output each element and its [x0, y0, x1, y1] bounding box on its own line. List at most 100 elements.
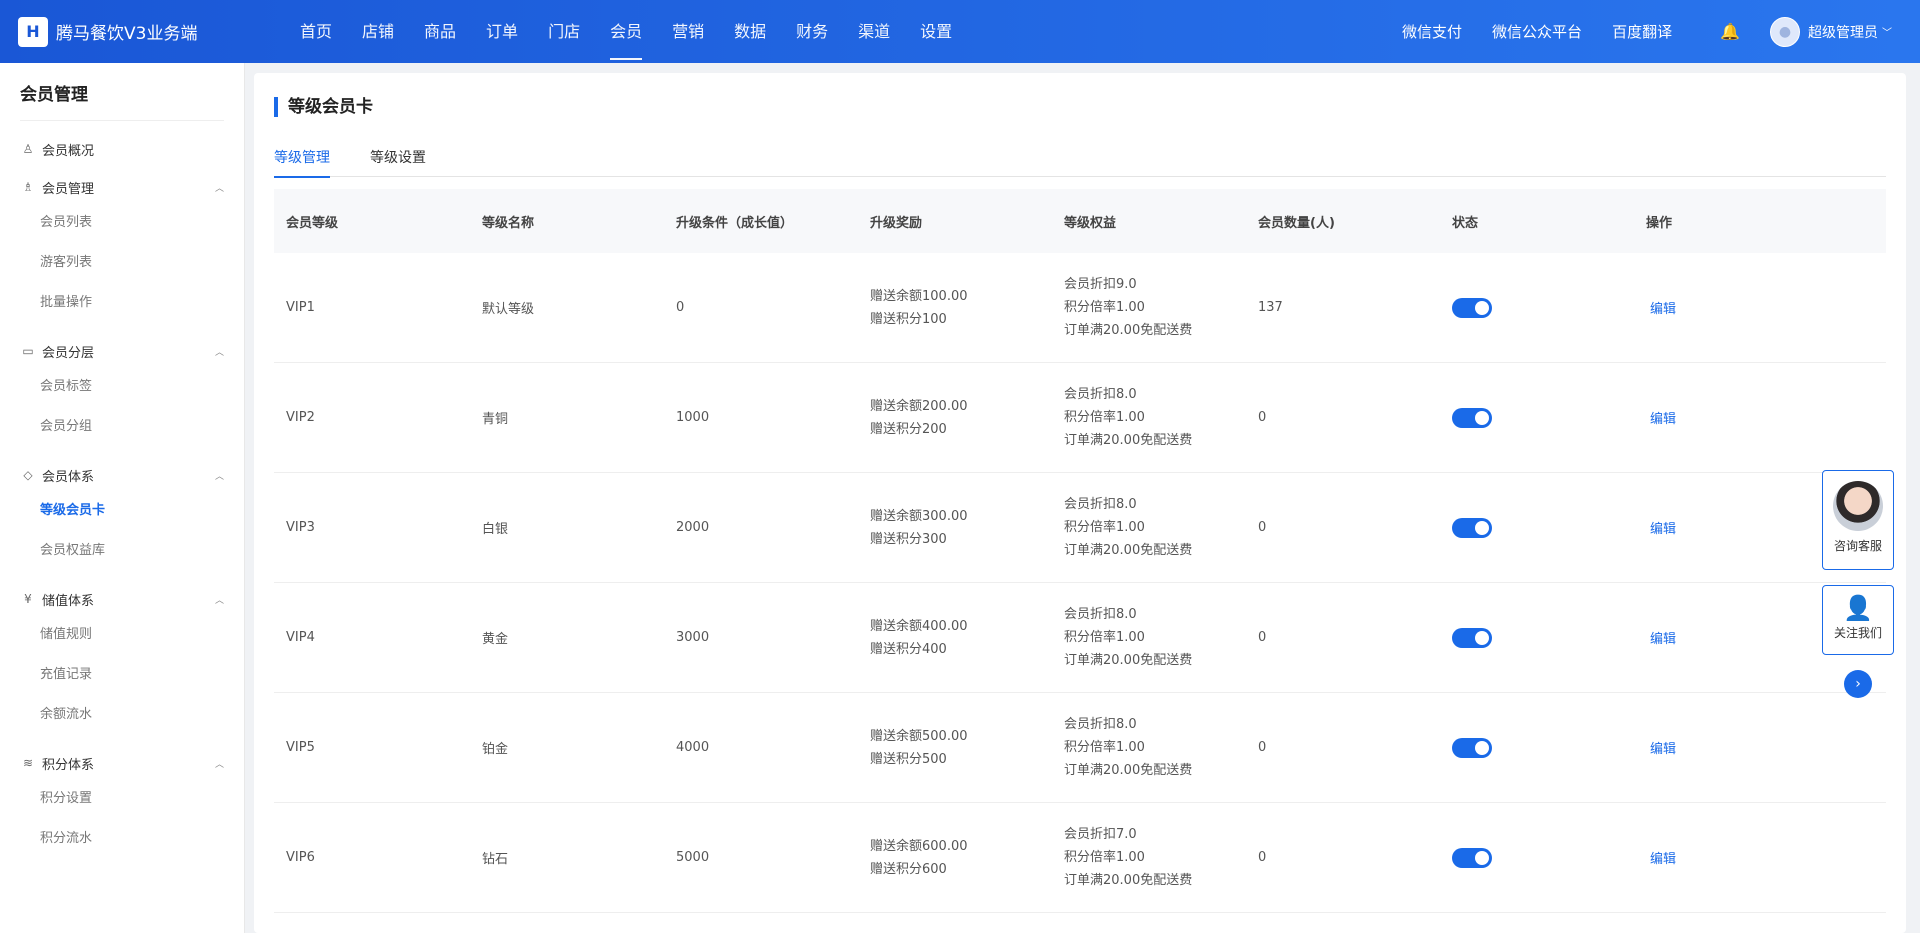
cell-reward: 赠送余额500.00 赠送积分500: [858, 725, 1052, 771]
reward-line: 赠送积分600: [870, 861, 947, 877]
users-icon: ♗: [22, 180, 34, 194]
main-nav: 首页 店铺 商品 订单 门店 会员 营销 数据 财务 渠道 设置: [285, 0, 967, 63]
avatar: ●: [1770, 16, 1800, 47]
nav-item-8[interactable]: 财务: [796, 0, 828, 63]
cell-level: VIP3: [286, 520, 315, 535]
cell-name: 钻石: [482, 852, 509, 867]
link-wechat-official[interactable]: 微信公众平台: [1492, 21, 1582, 42]
sidebar-subitems: 会员列表 游客列表 批量操作: [20, 203, 224, 323]
link-wechat-pay[interactable]: 微信支付: [1402, 21, 1462, 42]
cell-count: 0: [1258, 630, 1267, 645]
status-toggle[interactable]: [1452, 517, 1492, 538]
sidebar-section-0[interactable]: ♗ 会员管理 ︿: [20, 177, 224, 197]
sidebar-section-label: 会员体系: [42, 469, 95, 485]
rights-line: 会员折扣8.0: [1064, 717, 1137, 732]
sidebar-section-label: 积分体系: [42, 757, 95, 773]
rights-line: 会员折扣9.0: [1064, 277, 1137, 292]
column-header: 升级条件（成长值）: [676, 215, 794, 231]
cell-rights: 会员折扣7.0 积分倍率1.00 订单满20.00免配送费: [1052, 823, 1246, 892]
main-card: 等级会员卡 等级管理 等级设置 会员等级 等级名称 升级条件（成长值） 升级奖励 等级权益…: [254, 73, 1906, 933]
reward-line: 赠送积分100: [870, 311, 947, 327]
tab-0[interactable]: 等级管理: [274, 147, 330, 178]
level-table: 会员等级 等级名称 升级条件（成长值） 升级奖励 等级权益 会员数量(人) 状态 操作 VIP…: [274, 189, 1886, 913]
cell-status: [1440, 517, 1634, 538]
customer-service-widget[interactable]: 咨询客服: [1822, 470, 1894, 570]
sidebar-item[interactable]: 游客列表: [40, 243, 136, 283]
sidebar-section-4[interactable]: ≋ 积分体系 ︿: [20, 753, 224, 773]
sidebar-subitems: 储值规则 充值记录 余额流水: [20, 615, 224, 735]
sidebar-section-2[interactable]: ◇ 会员体系 ︿: [20, 465, 224, 485]
page-scrollbar[interactable]: [1910, 63, 1920, 933]
sidebar-item[interactable]: 会员分组: [40, 407, 136, 447]
rights-line: 积分倍率1.00: [1064, 850, 1145, 865]
cell-rights: 会员折扣8.0 积分倍率1.00 订单满20.00免配送费: [1052, 713, 1246, 782]
nav-item-3[interactable]: 订单: [486, 0, 518, 63]
rights-line: 积分倍率1.00: [1064, 300, 1145, 315]
chevron-up-icon: ︿: [214, 595, 224, 606]
status-toggle[interactable]: [1452, 407, 1492, 428]
cell-condition: 3000: [676, 630, 710, 645]
status-toggle[interactable]: [1452, 297, 1492, 318]
follow-us-widget[interactable]: 👤 关注我们: [1822, 585, 1894, 655]
column-header: 升级奖励: [870, 215, 923, 231]
status-toggle[interactable]: [1452, 737, 1492, 758]
edit-button[interactable]: 编辑: [1646, 522, 1676, 537]
sidebar-section-1[interactable]: ▭ 会员分层 ︿: [20, 341, 224, 361]
sidebar-item[interactable]: 等级会员卡: [40, 491, 136, 531]
sidebar-item[interactable]: 积分设置: [40, 779, 136, 819]
sidebar-item[interactable]: 会员权益库: [40, 531, 136, 571]
cell-condition: 5000: [676, 850, 710, 865]
status-toggle[interactable]: [1452, 847, 1492, 868]
edit-button[interactable]: 编辑: [1646, 742, 1676, 757]
sidebar-section-3[interactable]: ¥ 储值体系 ︿: [20, 589, 224, 609]
nav-item-6[interactable]: 营销: [672, 0, 704, 63]
reward-line: 赠送余额100.00: [870, 288, 968, 304]
nav-item-9[interactable]: 渠道: [858, 0, 890, 63]
user-name: 超级管理员: [1808, 24, 1878, 41]
logo-icon: H: [18, 16, 48, 47]
status-toggle[interactable]: [1452, 627, 1492, 648]
sidebar-item[interactable]: 余额流水: [40, 695, 136, 735]
user-menu[interactable]: ● 超级管理员 ﹀: [1770, 16, 1892, 47]
bell-icon[interactable]: 🔔: [1720, 22, 1740, 41]
nav-item-2[interactable]: 商品: [424, 0, 456, 63]
cell-condition: 0: [676, 300, 685, 315]
stack-icon: ≋: [22, 756, 34, 770]
cell-level: VIP6: [286, 850, 315, 865]
sidebar-item[interactable]: 充值记录: [40, 655, 136, 695]
rights-line: 积分倍率1.00: [1064, 410, 1145, 425]
edit-button[interactable]: 编辑: [1646, 852, 1676, 867]
cell-action: 编辑: [1634, 298, 1886, 317]
column-header: 等级名称: [482, 215, 535, 231]
cell-reward: 赠送余额100.00 赠送积分100: [858, 285, 1052, 331]
brand[interactable]: H 腾马餐饮V3业务端: [0, 0, 245, 63]
cell-action: 编辑: [1634, 848, 1886, 867]
rights-line: 会员折扣8.0: [1064, 607, 1137, 622]
nav-item-4[interactable]: 门店: [548, 0, 580, 63]
header-right: 微信支付 微信公众平台 百度翻译 🔔 ● 超级管理员 ﹀: [1372, 0, 1920, 63]
nav-item-10[interactable]: 设置: [920, 0, 952, 63]
chevron-right-icon[interactable]: ›: [1844, 670, 1872, 698]
edit-button[interactable]: 编辑: [1646, 302, 1676, 317]
sidebar-item-overview[interactable]: ♙ 会员概况: [20, 139, 224, 159]
rights-line: 积分倍率1.00: [1064, 740, 1145, 755]
sidebar-item[interactable]: 积分流水: [40, 819, 136, 859]
chevron-up-icon: ︿: [214, 183, 224, 194]
nav-item-0[interactable]: 首页: [300, 0, 332, 63]
sidebar-item[interactable]: 储值规则: [40, 615, 136, 655]
edit-button[interactable]: 编辑: [1646, 412, 1676, 427]
sidebar-item[interactable]: 会员列表: [40, 203, 136, 243]
nav-item-5[interactable]: 会员: [610, 0, 643, 63]
table-row: VIP3 白银 2000 赠送余额300.00 赠送积分300 会员折扣8.0 积分倍率1.…: [274, 473, 1886, 583]
sidebar-section-label: 会员分层: [42, 345, 95, 361]
reward-line: 赠送余额600.00: [870, 838, 968, 854]
sidebar-item[interactable]: 会员标签: [40, 367, 136, 407]
table-row: VIP5 铂金 4000 赠送余额500.00 赠送积分500 会员折扣8.0 积分倍率1.…: [274, 693, 1886, 803]
sidebar-item[interactable]: 批量操作: [40, 283, 136, 323]
nav-item-1[interactable]: 店铺: [362, 0, 394, 63]
tab-1[interactable]: 等级设置: [370, 147, 426, 177]
chevron-up-icon: ︿: [214, 347, 224, 358]
link-baidu-translate[interactable]: 百度翻译: [1612, 21, 1672, 42]
edit-button[interactable]: 编辑: [1646, 632, 1676, 647]
nav-item-7[interactable]: 数据: [734, 0, 766, 63]
